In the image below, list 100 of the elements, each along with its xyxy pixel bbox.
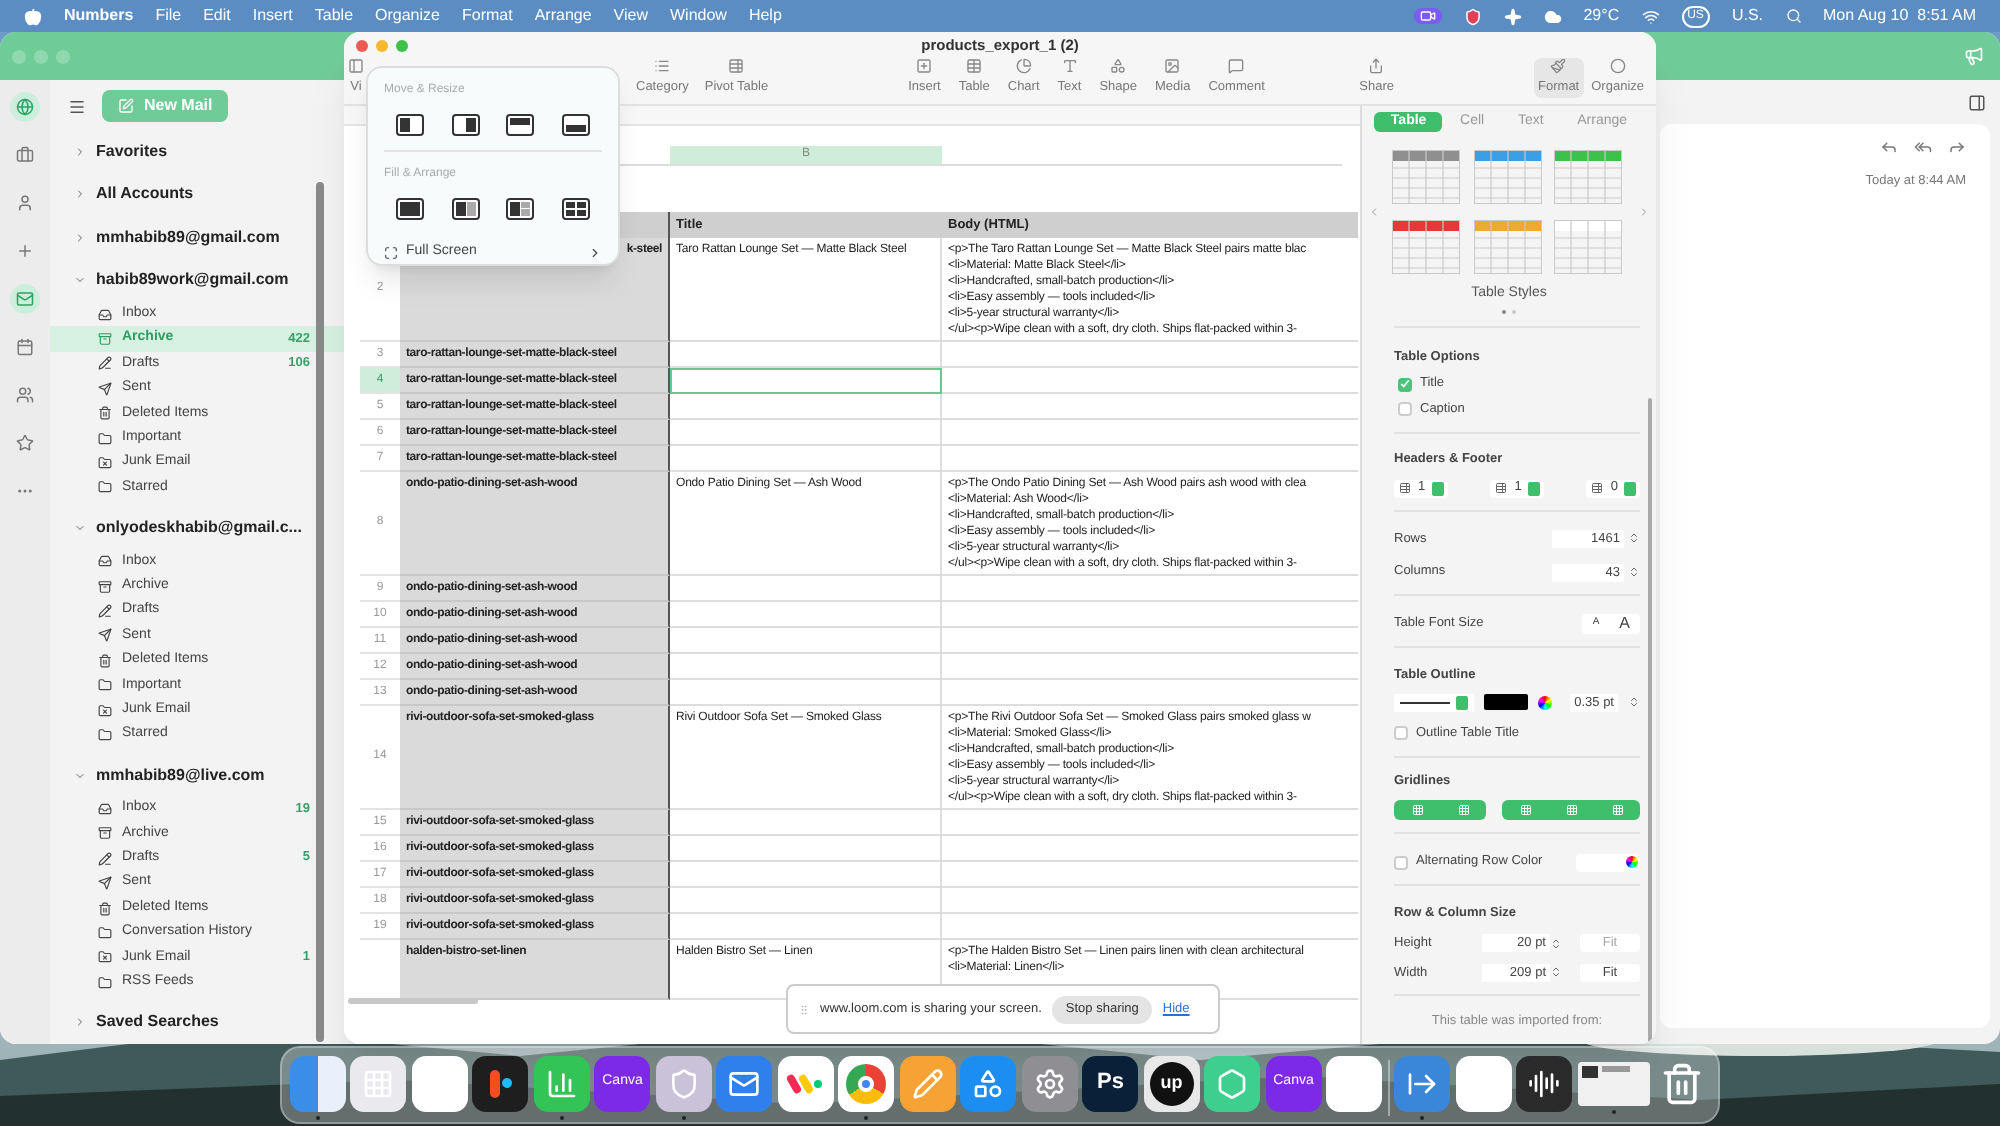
account-label[interactable]: onlyodeskhabib@gmail.c... bbox=[96, 515, 302, 540]
grid-icon[interactable] bbox=[350, 1055, 407, 1111]
settings-icon[interactable] bbox=[1021, 1055, 1078, 1111]
figma-icon[interactable] bbox=[472, 1055, 529, 1111]
color-well[interactable] bbox=[1484, 694, 1528, 711]
chevron-right-icon[interactable] bbox=[74, 1016, 86, 1029]
table-style-swatch[interactable] bbox=[1554, 150, 1623, 204]
menu-item[interactable]: Arrange bbox=[534, 4, 592, 28]
left-layout-icon[interactable] bbox=[396, 114, 424, 136]
table-style-swatch[interactable] bbox=[1392, 220, 1460, 274]
globe-icon[interactable] bbox=[10, 92, 40, 122]
line-style-picker[interactable] bbox=[1394, 693, 1474, 712]
monday-icon[interactable] bbox=[777, 1055, 834, 1111]
color-well[interactable] bbox=[1576, 853, 1640, 872]
app-store-icon[interactable] bbox=[960, 1055, 1017, 1111]
account-label[interactable]: habib89work@gmail.com bbox=[96, 268, 289, 293]
forward-icon[interactable] bbox=[1948, 138, 1966, 156]
pencil-icon[interactable] bbox=[899, 1055, 956, 1111]
shield-icon[interactable] bbox=[1463, 7, 1482, 25]
mail-icon[interactable] bbox=[10, 284, 40, 314]
gridline-button[interactable] bbox=[1394, 800, 1440, 821]
menu-item[interactable]: Window bbox=[670, 4, 727, 28]
table-cell[interactable] bbox=[670, 420, 942, 446]
table-cell[interactable] bbox=[670, 810, 942, 836]
app-icon[interactable]: up bbox=[1143, 1055, 1200, 1111]
increase-font-button[interactable]: A bbox=[1609, 612, 1640, 636]
zoom-button[interactable] bbox=[396, 39, 408, 51]
finder-icon[interactable] bbox=[289, 1055, 346, 1111]
close-button[interactable] bbox=[356, 39, 368, 51]
checkbox[interactable] bbox=[1398, 377, 1412, 392]
megaphone-icon[interactable] bbox=[1964, 46, 1984, 66]
menu-item[interactable]: Help bbox=[748, 4, 782, 28]
chevron-right-icon[interactable] bbox=[74, 188, 86, 201]
gridline-button[interactable] bbox=[1594, 800, 1640, 821]
reply-all-icon[interactable] bbox=[1914, 138, 1932, 156]
table-style-swatch[interactable] bbox=[1554, 220, 1623, 274]
bottom-layout-icon[interactable] bbox=[561, 114, 590, 136]
menu-app-name[interactable]: Numbers bbox=[64, 4, 134, 28]
chevron-right-icon[interactable] bbox=[74, 145, 86, 158]
account-label[interactable]: Saved Searches bbox=[96, 1010, 219, 1035]
table-cell[interactable] bbox=[670, 862, 942, 888]
sparkle-icon[interactable] bbox=[1503, 7, 1522, 25]
table-cell[interactable] bbox=[670, 680, 942, 706]
shield-icon[interactable] bbox=[655, 1055, 712, 1111]
table-style-swatch[interactable] bbox=[1392, 150, 1460, 204]
scrollbar[interactable] bbox=[316, 182, 324, 1042]
video-icon[interactable] bbox=[1413, 8, 1442, 24]
search-icon[interactable] bbox=[1785, 8, 1801, 24]
menu-item[interactable]: File bbox=[155, 4, 182, 28]
table-cell[interactable] bbox=[670, 836, 942, 862]
clock-text[interactable]: Mon Aug 10 8:51 AM bbox=[1823, 4, 1976, 28]
gridline-button[interactable] bbox=[1502, 800, 1548, 821]
reply-icon[interactable] bbox=[1880, 138, 1898, 156]
chevron-down-icon[interactable] bbox=[74, 521, 86, 534]
menu-item[interactable]: Table bbox=[314, 4, 354, 28]
apple-icon[interactable] bbox=[24, 7, 42, 25]
table-style-swatch[interactable] bbox=[1473, 150, 1542, 204]
window-preview-icon[interactable] bbox=[1577, 1061, 1650, 1105]
color-wheel-icon[interactable] bbox=[1538, 695, 1552, 710]
table-cell[interactable] bbox=[670, 888, 942, 914]
table-cell[interactable] bbox=[670, 446, 942, 472]
menu-icon[interactable] bbox=[68, 97, 86, 115]
halves-layout-icon[interactable] bbox=[451, 198, 480, 220]
menu-item[interactable]: View bbox=[613, 4, 648, 28]
table-cell[interactable] bbox=[670, 602, 942, 628]
horizontal-scrollbar[interactable] bbox=[348, 998, 478, 1004]
audio-icon[interactable] bbox=[1516, 1055, 1573, 1111]
top-layout-icon[interactable] bbox=[506, 114, 535, 136]
scrollbar[interactable] bbox=[1648, 398, 1652, 1044]
chrome-icon[interactable] bbox=[838, 1055, 895, 1111]
chevron-down-icon[interactable] bbox=[74, 274, 86, 287]
quarters-layout-icon[interactable] bbox=[561, 198, 590, 220]
chevron-right-icon[interactable] bbox=[74, 231, 86, 244]
menu-item[interactable]: Format bbox=[461, 4, 513, 28]
right-layout-icon[interactable] bbox=[451, 114, 480, 136]
fill-layout-icon[interactable] bbox=[396, 198, 424, 220]
table-cell[interactable] bbox=[670, 914, 942, 940]
table-cell[interactable] bbox=[670, 368, 942, 394]
panel-icon[interactable] bbox=[1968, 93, 1986, 111]
table-cell[interactable] bbox=[670, 342, 942, 368]
account-label[interactable]: mmhabib89@gmail.com bbox=[96, 225, 280, 250]
gridline-button[interactable] bbox=[1440, 800, 1486, 821]
table-cell[interactable] bbox=[670, 628, 942, 654]
checkbox[interactable] bbox=[1394, 726, 1408, 741]
wifi-icon[interactable] bbox=[1641, 7, 1660, 25]
bar-chart-icon[interactable] bbox=[533, 1055, 590, 1111]
checkbox[interactable] bbox=[1394, 855, 1408, 870]
table-style-swatch[interactable] bbox=[1473, 220, 1542, 274]
account-label[interactable]: mmhabib89@live.com bbox=[96, 763, 265, 787]
account-label[interactable]: All Accounts bbox=[96, 182, 194, 207]
mail-icon[interactable] bbox=[716, 1055, 773, 1111]
menu-item[interactable]: Edit bbox=[203, 4, 231, 28]
checkbox[interactable] bbox=[1398, 402, 1412, 417]
menu-item[interactable]: Organize bbox=[375, 4, 440, 28]
table-cell[interactable] bbox=[670, 654, 942, 680]
menu-item[interactable]: Insert bbox=[252, 4, 293, 28]
account-label[interactable]: Favorites bbox=[96, 139, 168, 164]
table-cell[interactable] bbox=[670, 576, 942, 602]
chevron-down-icon[interactable] bbox=[74, 769, 86, 781]
thirds-layout-icon[interactable] bbox=[506, 198, 535, 220]
